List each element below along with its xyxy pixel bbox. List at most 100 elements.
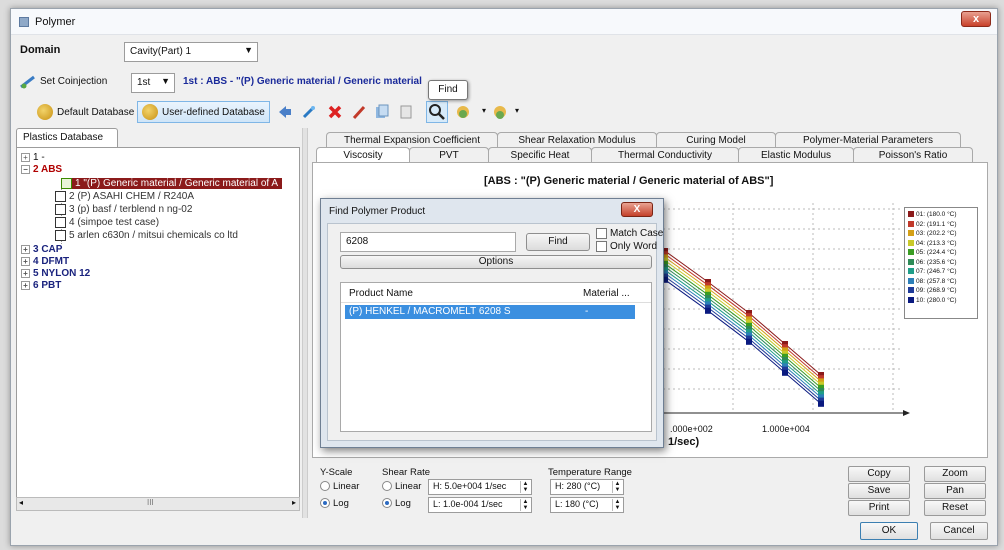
reset-button[interactable]: Reset bbox=[924, 500, 986, 516]
spinner-arrows-icon[interactable]: ▲ ▼ bbox=[612, 499, 622, 511]
yscale-linear-radio[interactable]: Linear bbox=[320, 481, 359, 492]
dropdown-arrow-icon[interactable]: ▾ bbox=[515, 106, 519, 115]
tab-thermal-expansion[interactable]: Thermal Expansion Coefficient bbox=[326, 132, 498, 148]
radio-button[interactable] bbox=[382, 481, 392, 492]
tab-poissons-ratio[interactable]: Poisson's Ratio bbox=[853, 147, 973, 163]
tree-category-cap[interactable]: +3 CAP bbox=[21, 244, 62, 255]
tab-specific-heat[interactable]: Specific Heat bbox=[488, 147, 592, 163]
spinner-arrows-icon[interactable]: ▲ ▼ bbox=[520, 499, 530, 511]
expand-icon[interactable]: + bbox=[21, 245, 30, 254]
pane-splitter[interactable] bbox=[302, 128, 308, 518]
tree-item-simpoe-test[interactable]: 4 (simpoe test case) bbox=[55, 217, 159, 228]
spinner-arrows-icon[interactable]: ▲ ▼ bbox=[520, 481, 530, 493]
delete-icon[interactable] bbox=[327, 104, 343, 123]
tree-horizontal-scrollbar[interactable]: ◂ III ▸ bbox=[16, 497, 300, 511]
tree-item-asahi-r240a[interactable]: 2 (P) ASAHI CHEM / R240A bbox=[55, 191, 194, 202]
scroll-thumb[interactable]: III bbox=[147, 498, 154, 507]
match-case-checkbox[interactable]: Match Case bbox=[596, 228, 663, 239]
tree-category-1[interactable]: +1 - bbox=[21, 152, 45, 163]
temp-high-spinner[interactable]: H: 280 (°C) ▲ ▼ bbox=[550, 479, 624, 495]
legend-label: 10: (280.0 °C) bbox=[916, 296, 957, 304]
user-defined-database-button[interactable]: User-defined Database bbox=[137, 101, 270, 123]
zoom-button[interactable]: Zoom bbox=[924, 466, 986, 482]
find-search-input[interactable]: 6208 bbox=[340, 232, 516, 252]
pan-button[interactable]: Pan bbox=[924, 483, 986, 499]
expand-icon[interactable]: + bbox=[21, 257, 30, 266]
checkbox[interactable] bbox=[55, 217, 66, 228]
shear-low-spinner[interactable]: L: 1.0e-004 1/sec ▲ ▼ bbox=[428, 497, 532, 513]
find-submit-button[interactable]: Find bbox=[526, 233, 590, 251]
dropdown-arrow-icon[interactable]: ▾ bbox=[482, 106, 486, 115]
plastics-tree[interactable]: +1 - −2 ABS 1 "(P) Generic material / Ge… bbox=[16, 147, 300, 507]
shear-linear-radio[interactable]: Linear bbox=[382, 481, 421, 492]
find-dialog-close-button[interactable]: X bbox=[621, 202, 653, 217]
edit-icon[interactable] bbox=[351, 104, 367, 123]
scroll-right-icon[interactable]: ▸ bbox=[292, 498, 296, 507]
tab-elastic-modulus[interactable]: Elastic Modulus bbox=[738, 147, 854, 163]
ok-button[interactable]: OK bbox=[860, 522, 918, 540]
collapse-icon[interactable]: − bbox=[21, 165, 30, 174]
window-close-button[interactable]: x bbox=[961, 11, 991, 27]
tree-item-arlen-c630n[interactable]: 5 arlen c630n / mitsui chemicals co ltd bbox=[55, 230, 238, 241]
temp-low-spinner[interactable]: L: 180 (°C) ▲ ▼ bbox=[550, 497, 624, 513]
find-button[interactable] bbox=[426, 101, 448, 123]
copy-button[interactable]: Copy bbox=[848, 466, 910, 482]
yscale-log-radio[interactable]: Log bbox=[320, 498, 349, 509]
radio-button[interactable] bbox=[320, 481, 330, 492]
results-list[interactable]: Product Name Material ... (P) HENKEL / M… bbox=[340, 282, 652, 432]
tree-category-pbt[interactable]: +6 PBT bbox=[21, 280, 61, 291]
tree-item-generic-abs[interactable]: 1 "(P) Generic material / Generic materi… bbox=[61, 178, 283, 190]
save-button[interactable]: Save bbox=[848, 483, 910, 499]
domain-select[interactable]: Cavity(Part) 1 ▼ bbox=[124, 42, 258, 62]
shear-log-radio[interactable]: Log bbox=[382, 498, 411, 509]
results-list-header: Product Name Material ... bbox=[341, 283, 651, 303]
checkbox[interactable] bbox=[596, 241, 607, 252]
legend-marker-icon bbox=[908, 258, 914, 265]
series-line bbox=[664, 250, 822, 376]
tab-plastics-database[interactable]: Plastics Database bbox=[16, 128, 118, 148]
coinjection-select[interactable]: 1st ▼ bbox=[131, 73, 175, 93]
print-button[interactable]: Print bbox=[848, 500, 910, 516]
cancel-button[interactable]: Cancel bbox=[930, 522, 988, 540]
tab-curing-model[interactable]: Curing Model bbox=[656, 132, 776, 148]
tree-category-abs[interactable]: −2 ABS bbox=[21, 164, 62, 175]
tab-polymer-material-parameters[interactable]: Polymer-Material Parameters bbox=[775, 132, 961, 148]
checkbox[interactable] bbox=[55, 204, 66, 215]
cap-alt-icon[interactable] bbox=[492, 104, 508, 123]
radio-button-selected[interactable] bbox=[320, 498, 330, 509]
expand-icon[interactable]: + bbox=[21, 153, 30, 162]
tab-viscosity[interactable]: Viscosity bbox=[316, 147, 410, 163]
result-row[interactable]: (P) HENKEL / MACROMELT 6208 S - bbox=[345, 305, 635, 319]
expand-icon[interactable]: + bbox=[21, 281, 30, 290]
tree-category-nylon12[interactable]: +5 NYLON 12 bbox=[21, 268, 90, 279]
cap-icon[interactable] bbox=[455, 104, 471, 123]
find-icon bbox=[429, 104, 445, 120]
import-icon[interactable] bbox=[277, 104, 293, 123]
radio-button-selected[interactable] bbox=[382, 498, 392, 509]
add-icon[interactable] bbox=[301, 104, 317, 123]
column-header-product[interactable]: Product Name bbox=[349, 288, 413, 299]
copy-icon[interactable] bbox=[374, 104, 390, 123]
checkbox[interactable] bbox=[55, 230, 66, 241]
shear-rate-label: Shear Rate bbox=[382, 467, 431, 478]
tab-pvt[interactable]: PVT bbox=[409, 147, 489, 163]
default-database-button[interactable]: Default Database bbox=[32, 101, 139, 123]
shear-high-spinner[interactable]: H: 5.0e+004 1/sec ▲ ▼ bbox=[428, 479, 532, 495]
spinner-arrows-icon[interactable]: ▲ ▼ bbox=[612, 481, 622, 493]
series-line bbox=[664, 276, 822, 401]
column-header-material[interactable]: Material ... bbox=[583, 288, 630, 299]
document-icon[interactable] bbox=[398, 104, 414, 123]
scroll-left-icon[interactable]: ◂ bbox=[19, 498, 23, 507]
checkbox[interactable] bbox=[55, 191, 66, 202]
expand-icon[interactable]: + bbox=[21, 269, 30, 278]
checkbox-checked[interactable] bbox=[61, 178, 72, 189]
tree-category-dfmt[interactable]: +4 DFMT bbox=[21, 256, 69, 267]
series-point bbox=[818, 400, 824, 407]
options-expander-button[interactable]: Options bbox=[340, 255, 652, 269]
tree-item-basf-terblend[interactable]: 3 (p) basf / terblend n ng-02 bbox=[55, 204, 192, 215]
series-point bbox=[705, 307, 711, 314]
tab-shear-relaxation[interactable]: Shear Relaxation Modulus bbox=[497, 132, 657, 148]
tab-thermal-conductivity[interactable]: Thermal Conductivity bbox=[591, 147, 739, 163]
checkbox[interactable] bbox=[596, 228, 607, 239]
only-word-checkbox[interactable]: Only Word bbox=[596, 241, 657, 252]
